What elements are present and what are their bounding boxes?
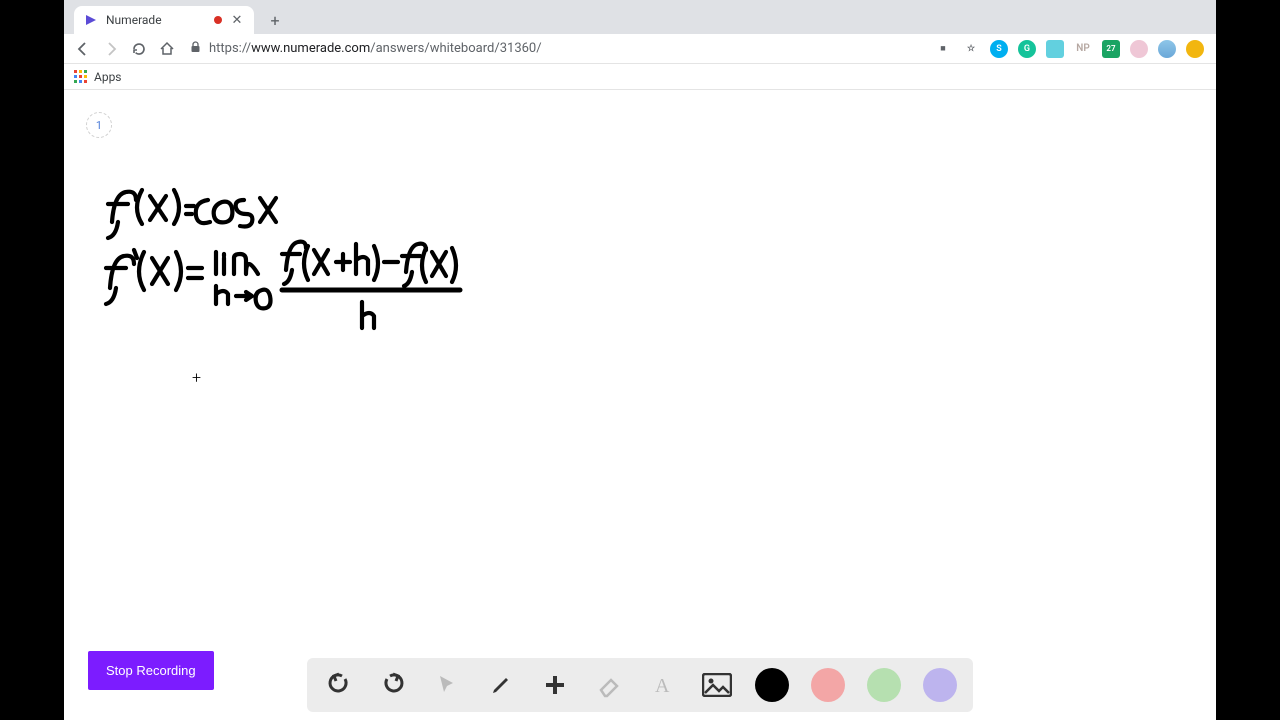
- url-text: https://www.numerade.com/answers/whitebo…: [209, 41, 542, 56]
- color-purple[interactable]: [923, 668, 957, 702]
- redo-button[interactable]: [377, 669, 409, 701]
- lock-icon: [190, 41, 201, 56]
- svg-text:A: A: [655, 675, 670, 697]
- undo-button[interactable]: [323, 669, 355, 701]
- home-button[interactable]: [156, 38, 178, 60]
- forward-button[interactable]: [100, 38, 122, 60]
- color-green[interactable]: [867, 668, 901, 702]
- new-tab-button[interactable]: +: [262, 7, 288, 33]
- extension-icons: ■ ☆ S G NP 27: [934, 40, 1208, 58]
- ext-star-icon[interactable]: ☆: [962, 40, 980, 58]
- recording-indicator-icon: [214, 16, 222, 24]
- back-button[interactable]: [72, 38, 94, 60]
- ext-cal-icon[interactable]: 27: [1102, 40, 1120, 58]
- ext-camera-icon[interactable]: ■: [934, 40, 952, 58]
- close-tab-icon[interactable]: ✕: [230, 13, 244, 27]
- whiteboard-canvas: [64, 90, 1216, 650]
- apps-icon[interactable]: [74, 70, 88, 84]
- ext-pin-icon[interactable]: [1130, 40, 1148, 58]
- color-red[interactable]: [811, 668, 845, 702]
- apps-label[interactable]: Apps: [94, 70, 122, 84]
- reload-button[interactable]: [128, 38, 150, 60]
- stop-recording-button[interactable]: Stop Recording: [88, 651, 214, 690]
- tab-strip: Numerade ✕ +: [64, 0, 1216, 34]
- bookmarks-bar: Apps: [64, 64, 1216, 90]
- image-tool[interactable]: [701, 669, 733, 701]
- ext-grammarly-icon[interactable]: G: [1018, 40, 1036, 58]
- viewport: Numerade ✕ +: [0, 0, 1280, 720]
- text-tool[interactable]: A: [647, 669, 679, 701]
- ext-profile-icon[interactable]: [1186, 40, 1204, 58]
- ext-monitor-icon[interactable]: [1046, 40, 1064, 58]
- tab-favicon: [84, 13, 98, 27]
- pen-tool[interactable]: [485, 669, 517, 701]
- browser-toolbar: https://www.numerade.com/answers/whitebo…: [64, 34, 1216, 64]
- ext-globe-icon[interactable]: [1158, 40, 1176, 58]
- tab-title: Numerade: [106, 13, 162, 27]
- add-tool[interactable]: [539, 669, 571, 701]
- browser-window: Numerade ✕ +: [64, 0, 1216, 720]
- ext-np-icon[interactable]: NP: [1074, 40, 1092, 58]
- color-black[interactable]: [755, 668, 789, 702]
- browser-tab[interactable]: Numerade ✕: [74, 6, 254, 34]
- whiteboard-toolbar: A: [307, 658, 973, 712]
- pointer-tool[interactable]: [431, 669, 463, 701]
- whiteboard-content[interactable]: 1: [64, 90, 1216, 720]
- ext-skype-icon[interactable]: S: [990, 40, 1008, 58]
- eraser-tool[interactable]: [593, 669, 625, 701]
- crosshair-cursor-icon: +: [192, 368, 201, 387]
- address-bar[interactable]: https://www.numerade.com/answers/whitebo…: [184, 41, 928, 56]
